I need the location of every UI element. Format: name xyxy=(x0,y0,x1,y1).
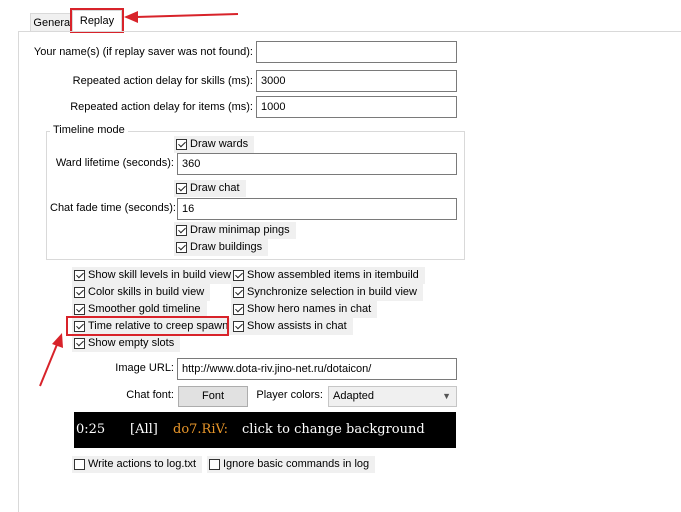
show-assists-label: Show assists in chat xyxy=(247,320,347,332)
items-delay-input[interactable]: 1000 xyxy=(256,96,457,118)
draw-buildings-checkbox[interactable]: Draw buildings xyxy=(174,239,269,256)
name-input[interactable] xyxy=(256,41,457,63)
checkbox-checked-icon xyxy=(176,139,187,150)
draw-buildings-label: Draw buildings xyxy=(190,241,263,253)
preview-time: 0:25 xyxy=(76,422,106,437)
checkbox-checked-icon xyxy=(74,338,85,349)
show-skill-levels-checkbox[interactable]: Show skill levels in build view xyxy=(72,267,238,284)
synchronize-selection-checkbox[interactable]: Synchronize selection in build view xyxy=(231,284,423,301)
draw-wards-label: Draw wards xyxy=(190,138,249,150)
checkbox-checked-icon xyxy=(176,225,187,236)
chat-fade-input[interactable]: 16 xyxy=(177,198,457,220)
ignore-basic-label: Ignore basic commands in log xyxy=(223,458,370,470)
checkbox-checked-icon xyxy=(233,287,244,298)
draw-minimap-pings-checkbox[interactable]: Draw minimap pings xyxy=(174,222,296,239)
checkbox-checked-icon xyxy=(233,321,244,332)
arrow-to-replay-tab-icon xyxy=(124,11,239,23)
checkbox-unchecked-icon xyxy=(209,459,220,470)
skills-delay-label: Repeated action delay for skills (ms): xyxy=(72,75,253,87)
items-delay-label: Repeated action delay for items (ms): xyxy=(70,101,253,113)
font-button[interactable]: Font xyxy=(178,386,248,407)
draw-chat-checkbox[interactable]: Draw chat xyxy=(174,180,246,197)
image-url-label: Image URL: xyxy=(115,362,174,374)
color-skills-checkbox[interactable]: Color skills in build view xyxy=(72,284,211,301)
draw-wards-checkbox[interactable]: Draw wards xyxy=(174,136,255,153)
checkbox-checked-icon xyxy=(233,304,244,315)
ward-lifetime-label: Ward lifetime (seconds): xyxy=(55,157,174,169)
show-skill-levels-label: Show skill levels in build view xyxy=(88,269,232,281)
chat-fade-label: Chat fade time (seconds): xyxy=(50,202,176,214)
checkbox-checked-icon xyxy=(74,270,85,281)
show-hero-names-checkbox[interactable]: Show hero names in chat xyxy=(231,301,378,318)
show-hero-names-label: Show hero names in chat xyxy=(247,303,372,315)
checkbox-checked-icon xyxy=(176,183,187,194)
preview-player-name: do7.RiV: xyxy=(173,422,228,437)
checkbox-checked-icon xyxy=(74,304,85,315)
player-colors-label: Player colors: xyxy=(256,389,323,401)
draw-chat-label: Draw chat xyxy=(190,182,240,194)
ward-lifetime-input[interactable]: 360 xyxy=(177,153,457,175)
time-relative-highlight xyxy=(66,316,229,336)
draw-minimap-pings-label: Draw minimap pings xyxy=(190,224,290,236)
checkbox-unchecked-icon xyxy=(74,459,85,470)
timeline-group-title: Timeline mode xyxy=(50,124,128,136)
chevron-down-icon: ▼ xyxy=(442,391,451,401)
show-empty-slots-label: Show empty slots xyxy=(88,337,175,349)
player-colors-value: Adapted xyxy=(333,390,374,402)
preview-channel: [All] xyxy=(130,422,158,437)
image-url-input[interactable]: http://www.dota-riv.jino-net.ru/dotaicon… xyxy=(177,358,457,380)
arrow-to-time-relative-icon xyxy=(39,333,63,387)
show-empty-slots-checkbox[interactable]: Show empty slots xyxy=(72,335,181,352)
show-assembled-label: Show assembled items in itembuild xyxy=(247,269,419,281)
name-label: Your name(s) (if replay saver was not fo… xyxy=(33,46,253,58)
preview-message: click to change background xyxy=(242,422,425,437)
checkbox-checked-icon xyxy=(74,287,85,298)
show-assists-checkbox[interactable]: Show assists in chat xyxy=(231,318,353,335)
chat-font-label: Chat font: xyxy=(126,389,174,401)
write-actions-label: Write actions to log.txt xyxy=(88,458,197,470)
skills-delay-input[interactable]: 3000 xyxy=(256,70,457,92)
chat-preview[interactable]: 0:25 [All] do7.RiV: click to change back… xyxy=(74,412,456,448)
color-skills-label: Color skills in build view xyxy=(88,286,205,298)
synchronize-selection-label: Synchronize selection in build view xyxy=(247,286,417,298)
write-actions-checkbox[interactable]: Write actions to log.txt xyxy=(72,456,203,473)
show-assembled-checkbox[interactable]: Show assembled items in itembuild xyxy=(231,267,425,284)
checkbox-checked-icon xyxy=(176,242,187,253)
checkbox-checked-icon xyxy=(233,270,244,281)
player-colors-select[interactable]: Adapted ▼ xyxy=(328,386,457,407)
ignore-basic-checkbox[interactable]: Ignore basic commands in log xyxy=(207,456,376,473)
